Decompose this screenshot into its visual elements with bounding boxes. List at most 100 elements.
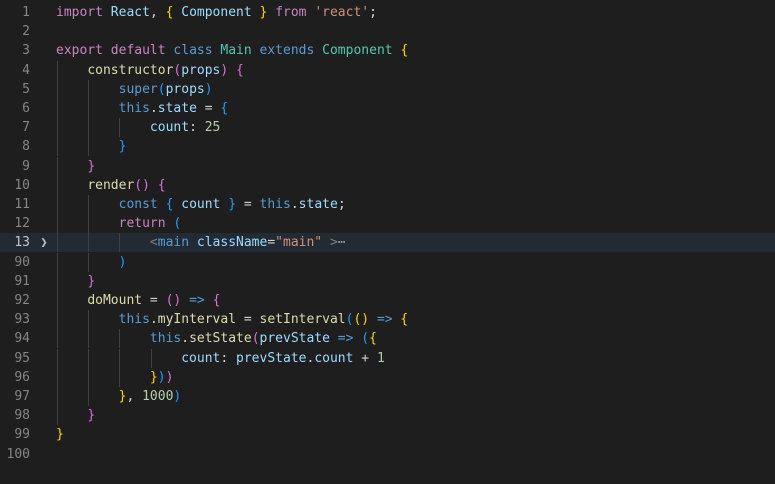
token: ; — [337, 197, 346, 212]
code-line[interactable]: 4 constructor(props) { — [0, 60, 775, 80]
code-line[interactable]: 2 — [0, 22, 775, 41]
line-number: 94 — [14, 331, 30, 347]
line-number: 7 — [22, 120, 30, 136]
token: () — [165, 293, 182, 308]
code-text: import React, { Component } from 'react'… — [56, 3, 377, 22]
line-number: 93 — [14, 312, 30, 328]
code-line[interactable]: 1 import React, { Component } from 'react… — [0, 3, 775, 22]
token: ) — [165, 369, 174, 385]
line-number: 3 — [22, 43, 30, 59]
token: } — [149, 369, 158, 385]
token: React — [110, 5, 150, 20]
token: setInterval — [259, 312, 346, 328]
token: 1000 — [142, 389, 174, 404]
code-line[interactable]: 6 this.state = { — [0, 99, 775, 118]
token: Component — [322, 43, 393, 59]
code-line[interactable]: 98 } — [0, 406, 775, 426]
line-number: 1 — [22, 5, 30, 20]
code-line[interactable]: 11 const { count } = this.state; — [0, 195, 775, 214]
token: render — [87, 177, 135, 193]
token: } — [87, 408, 96, 424]
code-line[interactable]: 7 count: 25 — [0, 118, 775, 138]
code-text: return ( — [56, 214, 182, 233]
code-line[interactable]: 9 } — [0, 156, 775, 176]
code-line[interactable]: 94 this.setState(prevState => ({ — [0, 329, 775, 349]
code-text: render() { — [56, 176, 165, 195]
line-number: 11 — [14, 197, 30, 212]
token: , — [149, 5, 166, 20]
token: state — [157, 101, 197, 116]
token: : — [220, 350, 237, 366]
code-text: this.state = { — [56, 99, 229, 118]
code-text: } — [56, 272, 95, 291]
token: export — [56, 43, 103, 59]
code-line[interactable]: 95 count: prevState.count + 1 — [0, 348, 775, 368]
token: => — [189, 293, 205, 308]
code-line[interactable]: 3 export default class Main extends Compo… — [0, 41, 775, 60]
token: { — [220, 101, 229, 116]
code-line[interactable]: 96 })) — [0, 367, 775, 387]
token: 1 — [376, 350, 385, 366]
line-number: 6 — [22, 101, 30, 116]
token: = — [236, 312, 260, 328]
line-number: 91 — [14, 273, 30, 289]
folded-region-ellipsis[interactable]: ⋯ — [338, 235, 346, 250]
token: main — [157, 235, 190, 251]
code-line[interactable]: 12 return ( — [0, 214, 775, 234]
token: = — [267, 235, 276, 251]
token: extends — [259, 43, 315, 59]
code-text: this.myInterval = setInterval(() => { — [56, 310, 409, 329]
token: myInterval — [157, 312, 237, 328]
code-line[interactable]: 99} — [0, 425, 775, 444]
code-line[interactable]: 92 doMount = () => { — [0, 291, 775, 310]
token: prevState — [259, 331, 330, 347]
token: this — [118, 312, 150, 328]
code-text: super(props) — [56, 80, 213, 99]
code-line[interactable]: 100 — [0, 445, 775, 464]
token: { — [212, 293, 221, 308]
code-line[interactable]: 90 ) — [0, 252, 775, 272]
code-text: count: 25 — [56, 118, 220, 137]
token: doMount — [87, 293, 143, 308]
line-number: 99 — [14, 427, 30, 443]
token: setState — [189, 331, 252, 347]
code-line[interactable]: 10 render() { — [0, 175, 775, 195]
line-number: 100 — [6, 446, 30, 462]
token: 'react' — [314, 5, 370, 20]
line-number: 8 — [22, 139, 30, 155]
code-line[interactable]: 91 } — [0, 271, 775, 291]
token: . — [149, 312, 158, 328]
code-line[interactable]: 13 ❯ <main className="main" >⋯ — [0, 233, 775, 253]
line-number: 2 — [22, 24, 30, 40]
code-line[interactable]: 8 } — [0, 137, 775, 157]
token: . — [181, 331, 190, 347]
token: ) — [118, 254, 127, 270]
token: > — [329, 235, 338, 251]
token: = — [142, 293, 166, 308]
code-line[interactable]: 97 }, 1000) — [0, 387, 775, 406]
token: import — [56, 5, 103, 20]
line-number: 13 — [14, 235, 30, 251]
code-line[interactable]: 5 super(props) — [0, 79, 775, 99]
token: . — [149, 101, 158, 116]
code-editor[interactable]: 1 import React, { Component } from 'react… — [0, 0, 775, 484]
code-line[interactable]: 93 this.myInterval = setInterval(() => { — [0, 310, 775, 330]
fold-chevron-icon[interactable]: ❯ — [38, 233, 50, 252]
code-text: ) — [56, 253, 127, 272]
token: ) — [204, 81, 213, 97]
token: ( — [361, 331, 370, 347]
